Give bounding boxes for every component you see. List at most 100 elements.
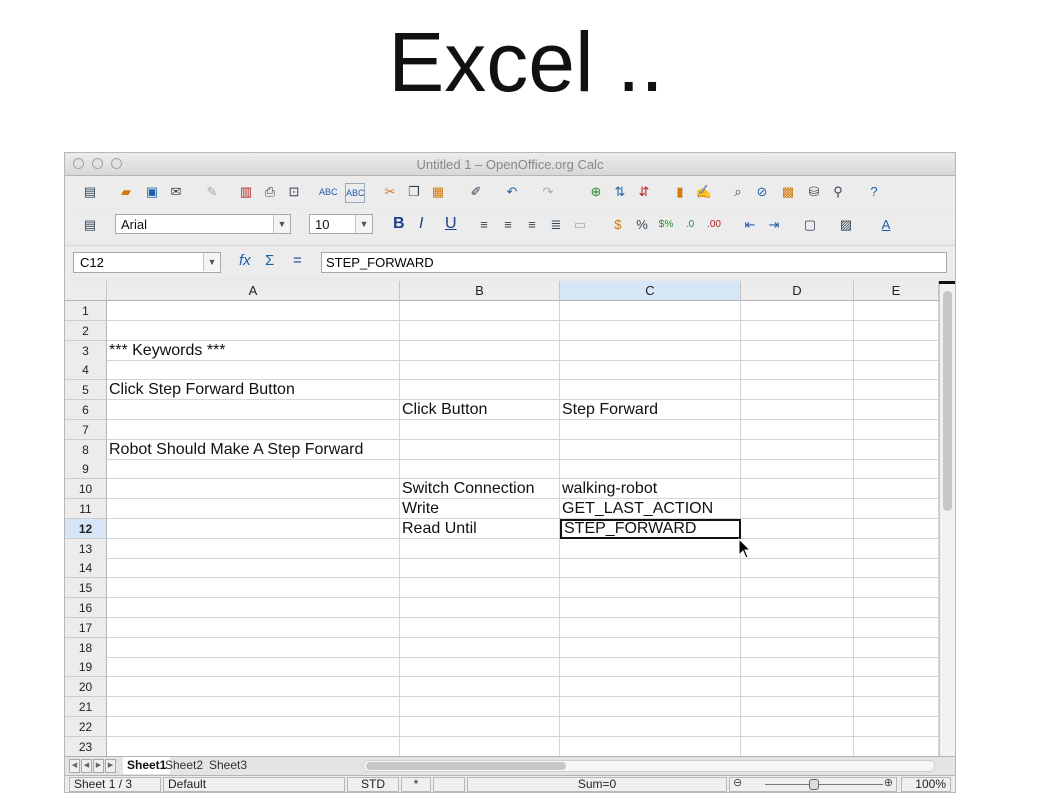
row-header-4[interactable]: 4	[65, 360, 107, 381]
cell-c8[interactable]	[560, 439, 741, 460]
cell-a22[interactable]	[107, 716, 400, 737]
cell-e3[interactable]	[854, 340, 939, 361]
zoom-level[interactable]: 100%	[901, 777, 951, 792]
cell-b20[interactable]	[400, 677, 560, 698]
cell-e5[interactable]	[854, 380, 939, 401]
cell-e1[interactable]	[854, 301, 939, 321]
cell-e15[interactable]	[854, 578, 939, 599]
export-pdf-icon[interactable]: ▥	[237, 183, 255, 201]
cell-b11[interactable]: Write	[400, 499, 560, 519]
selection-mode[interactable]: STD	[347, 777, 399, 792]
row-header-3[interactable]: 3	[65, 340, 107, 361]
align-left-icon[interactable]: ≡	[475, 216, 493, 234]
cell-d7[interactable]	[741, 419, 854, 440]
cell-c16[interactable]	[560, 598, 741, 618]
cell-e9[interactable]	[854, 459, 939, 480]
row-header-22[interactable]: 22	[65, 716, 107, 737]
cell-e19[interactable]	[854, 657, 939, 678]
cell-d21[interactable]	[741, 697, 854, 717]
justify-icon[interactable]: ≣	[547, 216, 565, 234]
undo-icon[interactable]: ↶	[503, 183, 521, 201]
add-decimal-icon[interactable]: .0	[681, 216, 699, 234]
underline-button[interactable]: U	[445, 215, 457, 233]
row-header-19[interactable]: 19	[65, 657, 107, 678]
row-header-20[interactable]: 20	[65, 677, 107, 698]
cell-e12[interactable]	[854, 518, 939, 539]
cell-b6[interactable]: Click Button	[400, 400, 560, 420]
cell-e18[interactable]	[854, 637, 939, 658]
cell-a5[interactable]: Click Step Forward Button	[107, 380, 400, 401]
autospell-icon[interactable]: ABC	[345, 183, 365, 203]
cell-c17[interactable]	[560, 617, 741, 638]
cell-c2[interactable]	[560, 320, 741, 341]
row-header-7[interactable]: 7	[65, 419, 107, 440]
row-header-9[interactable]: 9	[65, 459, 107, 480]
cell-c19[interactable]	[560, 657, 741, 678]
cell-a10[interactable]	[107, 479, 400, 500]
cell-a3[interactable]: *** Keywords ***	[107, 340, 400, 361]
cell-a21[interactable]	[107, 697, 400, 717]
chevron-down-icon[interactable]: ▼	[203, 253, 220, 271]
cell-d5[interactable]	[741, 380, 854, 401]
cell-c4[interactable]	[560, 360, 741, 381]
styles-icon[interactable]: ▤	[81, 216, 99, 234]
cell-d8[interactable]	[741, 439, 854, 460]
column-header-b[interactable]: B	[400, 281, 560, 301]
horizontal-scrollbar[interactable]	[363, 760, 935, 772]
name-box[interactable]: C12 ▼	[73, 252, 221, 273]
last-sheet-button[interactable]: ▶	[105, 759, 116, 773]
zoom-in-icon[interactable]: ⊕	[884, 777, 893, 790]
email-icon[interactable]: ✉	[167, 183, 185, 201]
new-icon[interactable]: ▤	[81, 183, 99, 201]
cell-e17[interactable]	[854, 617, 939, 638]
digital-signature-indicator[interactable]	[433, 777, 465, 792]
decrease-indent-icon[interactable]: ⇤	[741, 216, 759, 234]
spellcheck-icon[interactable]: ABC	[319, 183, 338, 201]
increase-indent-icon[interactable]: ⇥	[765, 216, 783, 234]
cell-e11[interactable]	[854, 499, 939, 519]
borders-icon[interactable]: ▢	[801, 216, 819, 234]
cell-d12[interactable]	[741, 518, 854, 539]
cell-c7[interactable]	[560, 419, 741, 440]
cell-e23[interactable]	[854, 736, 939, 757]
row-header-14[interactable]: 14	[65, 558, 107, 579]
hyperlink-icon[interactable]: ⊕	[587, 183, 605, 201]
data-sources-icon[interactable]: ⛁	[805, 183, 823, 201]
sheet-tab-2[interactable]: Sheet2	[161, 757, 207, 774]
zoom-knob[interactable]	[809, 779, 819, 790]
select-all-corner[interactable]	[65, 281, 107, 301]
cell-b8[interactable]	[400, 439, 560, 460]
cell-c9[interactable]	[560, 459, 741, 480]
cell-d4[interactable]	[741, 360, 854, 381]
formula-input[interactable]: STEP_FORWARD	[321, 252, 947, 273]
chevron-down-icon[interactable]: ▼	[273, 215, 290, 233]
cell-b13[interactable]	[400, 538, 560, 559]
currency-icon[interactable]: $	[609, 216, 627, 234]
font-size-box[interactable]: 10 ▼	[309, 214, 373, 234]
cell-d17[interactable]	[741, 617, 854, 638]
merge-cells-icon[interactable]: ▭	[571, 216, 589, 234]
cell-a17[interactable]	[107, 617, 400, 638]
cell-b1[interactable]	[400, 301, 560, 321]
cell-e14[interactable]	[854, 558, 939, 579]
cell-b18[interactable]	[400, 637, 560, 658]
cell-d22[interactable]	[741, 716, 854, 737]
cell-e20[interactable]	[854, 677, 939, 698]
cell-e21[interactable]	[854, 697, 939, 717]
cell-d23[interactable]	[741, 736, 854, 757]
cell-c1[interactable]	[560, 301, 741, 321]
column-header-d[interactable]: D	[741, 281, 854, 301]
sheet-tab-3[interactable]: Sheet3	[205, 757, 251, 774]
cell-d15[interactable]	[741, 578, 854, 599]
cell-a1[interactable]	[107, 301, 400, 321]
zoom-out-icon[interactable]: ⊖	[733, 777, 742, 790]
row-header-17[interactable]: 17	[65, 617, 107, 638]
row-header-12[interactable]: 12	[65, 518, 107, 539]
equals-button[interactable]: =	[293, 252, 302, 269]
clone-format-icon[interactable]: ✐	[467, 183, 485, 201]
italic-button[interactable]: I	[419, 215, 423, 233]
cell-a14[interactable]	[107, 558, 400, 579]
cell-c3[interactable]	[560, 340, 741, 361]
cell-a12[interactable]	[107, 518, 400, 539]
function-wizard-icon[interactable]: fx	[239, 252, 251, 269]
